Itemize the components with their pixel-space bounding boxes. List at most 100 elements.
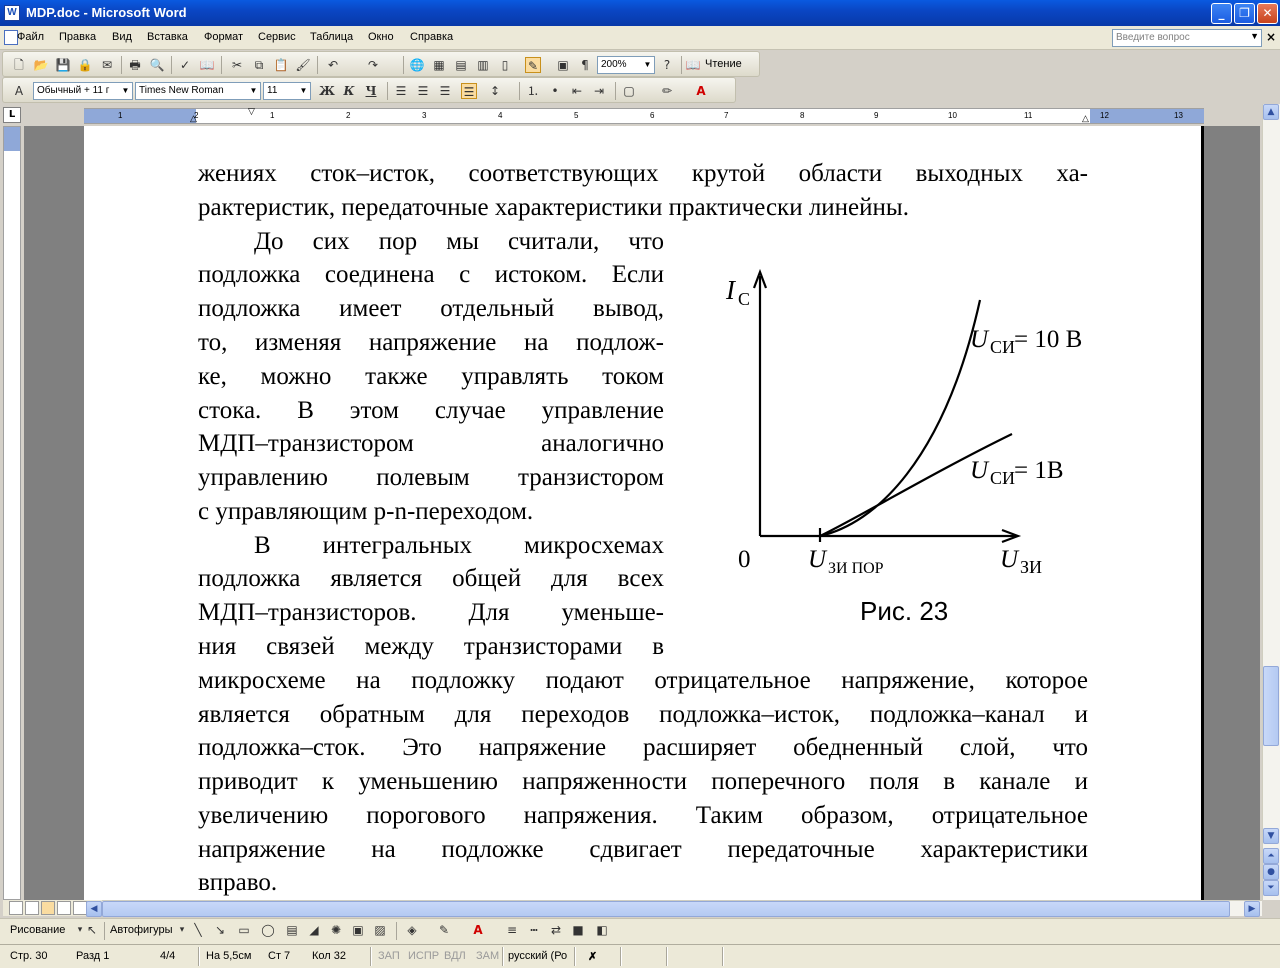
document-map-icon[interactable]: ▣: [555, 57, 571, 73]
show-hide-icon[interactable]: ¶: [577, 57, 593, 73]
horizontal-scroll-thumb[interactable]: [102, 901, 1230, 917]
font-size-combo[interactable]: 11 ▼: [263, 82, 311, 100]
align-right-icon[interactable]: ☰: [437, 83, 453, 99]
hanging-indent-marker[interactable]: △: [190, 113, 197, 124]
outline-view-icon[interactable]: [57, 901, 71, 915]
document-icon[interactable]: [4, 30, 18, 45]
bullets-icon[interactable]: •: [547, 83, 563, 99]
increase-indent-icon[interactable]: ⇥: [591, 83, 607, 99]
menu-insert[interactable]: Вставка: [147, 31, 188, 43]
next-page-icon[interactable]: ⏷: [1263, 880, 1279, 896]
insert-excel-icon[interactable]: ▥: [475, 57, 491, 73]
clip-art-icon[interactable]: ▣: [350, 922, 366, 938]
zoom-combo[interactable]: 200% ▼: [597, 56, 655, 74]
status-extend[interactable]: ВДЛ: [444, 950, 466, 962]
web-layout-icon[interactable]: [25, 901, 39, 915]
decrease-indent-icon[interactable]: ⇤: [569, 83, 585, 99]
vertical-scrollbar[interactable]: ▲ ▼ ⏶ ● ⏷: [1262, 104, 1280, 900]
align-center-icon[interactable]: ☰: [415, 83, 431, 99]
scroll-thumb[interactable]: [1263, 666, 1279, 746]
menu-window[interactable]: Окно: [368, 31, 394, 43]
permission-icon[interactable]: 🔒: [77, 57, 93, 73]
previous-page-icon[interactable]: ⏶: [1263, 848, 1279, 864]
tab-selector-button[interactable]: L: [3, 107, 21, 123]
menu-view[interactable]: Вид: [112, 31, 132, 43]
new-document-icon[interactable]: 🗋: [11, 57, 27, 73]
arrow-icon[interactable]: ↘: [212, 922, 228, 938]
line-icon[interactable]: ╲: [190, 922, 206, 938]
research-icon[interactable]: 📖: [199, 57, 215, 73]
tables-borders-icon[interactable]: ▦: [431, 57, 447, 73]
highlight-icon[interactable]: ✏: [659, 83, 675, 99]
underline-button[interactable]: Ч: [363, 83, 379, 99]
drawing-menu[interactable]: Рисование: [10, 924, 65, 936]
diagram-icon[interactable]: ✺: [328, 922, 344, 938]
horizontal-scrollbar[interactable]: ◀ ▶: [86, 900, 1262, 917]
email-icon[interactable]: ✉: [99, 57, 115, 73]
rectangle-icon[interactable]: ▭: [236, 922, 252, 938]
cut-icon[interactable]: ✂: [229, 57, 245, 73]
scroll-left-icon[interactable]: ◀: [86, 901, 102, 917]
scroll-up-icon[interactable]: ▲: [1263, 104, 1279, 120]
line-style-icon[interactable]: ≡: [504, 922, 520, 938]
reading-layout-button[interactable]: Чтение: [705, 58, 742, 70]
hyperlink-icon[interactable]: 🌐: [409, 57, 425, 73]
copy-icon[interactable]: ⧉: [251, 57, 267, 73]
save-icon[interactable]: 💾: [55, 57, 71, 73]
menu-edit[interactable]: Правка: [59, 31, 96, 43]
reading-view-icon[interactable]: [73, 901, 87, 915]
print-layout-icon[interactable]: [41, 901, 55, 915]
menu-format[interactable]: Формат: [204, 31, 243, 43]
insert-table-icon[interactable]: ▤: [453, 57, 469, 73]
chevron-down-icon[interactable]: ▼: [298, 84, 309, 98]
undo-icon[interactable]: ↶: [325, 57, 341, 73]
bold-button[interactable]: Ж: [319, 83, 335, 99]
open-folder-icon[interactable]: 📂: [33, 57, 49, 73]
vertical-ruler[interactable]: [3, 126, 21, 900]
line-spacing-icon[interactable]: ↕: [487, 83, 503, 99]
normal-view-icon[interactable]: [9, 901, 23, 915]
word-doc-icon[interactable]: W: [4, 5, 20, 21]
style-combo[interactable]: Обычный + 11 г ▼: [33, 82, 133, 100]
font-combo[interactable]: Times New Roman ▼: [135, 82, 261, 100]
text-box-icon[interactable]: ▤: [284, 922, 300, 938]
close-button[interactable]: ✕: [1257, 3, 1278, 24]
horizontal-ruler[interactable]: 1 2 1 2 3 4 5 6 7 8 9 10 11 12 13 △ ▽ △: [84, 106, 1204, 124]
scroll-down-icon[interactable]: ▼: [1263, 828, 1279, 844]
spelling-status-icon[interactable]: ✗: [588, 950, 597, 963]
first-line-indent-marker[interactable]: ▽: [248, 106, 255, 117]
align-left-icon[interactable]: ☰: [393, 83, 409, 99]
spelling-icon[interactable]: ✓: [177, 57, 193, 73]
chevron-down-icon[interactable]: ▼: [642, 58, 653, 72]
reading-layout-icon[interactable]: 📖: [685, 57, 701, 73]
drawing-icon[interactable]: ✎: [525, 57, 541, 73]
paste-icon[interactable]: 📋: [273, 57, 289, 73]
redo-icon[interactable]: ↷: [365, 57, 381, 73]
chevron-down-icon[interactable]: ▼: [120, 84, 131, 98]
autoshapes-menu[interactable]: Автофигуры: [110, 924, 173, 936]
shadow-icon[interactable]: ■: [570, 922, 586, 938]
3d-icon[interactable]: ◧: [594, 922, 610, 938]
ask-question-input[interactable]: Введите вопрос ▼: [1112, 29, 1262, 47]
justify-icon[interactable]: ☰: [461, 83, 477, 99]
menu-help[interactable]: Справка: [410, 31, 453, 43]
menu-table[interactable]: Таблица: [310, 31, 353, 43]
arrow-style-icon[interactable]: ⇄: [548, 922, 564, 938]
minimize-button[interactable]: _: [1211, 3, 1232, 24]
status-language[interactable]: русский (Ро: [508, 950, 567, 962]
status-record[interactable]: ЗАП: [378, 950, 400, 962]
wordart-icon[interactable]: ◢: [306, 922, 322, 938]
right-indent-marker[interactable]: △: [1082, 113, 1089, 124]
borders-icon[interactable]: ▢: [621, 83, 637, 99]
font-color-icon[interactable]: A: [693, 83, 709, 99]
document-page[interactable]: жениях сток–исток, соответствующих круто…: [84, 126, 1204, 900]
format-painter-icon[interactable]: 🖌: [295, 57, 311, 73]
status-overtype[interactable]: ЗАМ: [476, 950, 499, 962]
line-color-icon[interactable]: ✎: [436, 922, 452, 938]
dash-style-icon[interactable]: ┅: [526, 922, 542, 938]
menu-file[interactable]: Файл: [17, 31, 44, 43]
chevron-down-icon[interactable]: ▼: [248, 84, 259, 98]
chevron-down-icon[interactable]: ▼: [1250, 31, 1259, 41]
select-browse-object-icon[interactable]: ●: [1263, 864, 1279, 880]
select-objects-icon[interactable]: ↖: [84, 922, 100, 938]
